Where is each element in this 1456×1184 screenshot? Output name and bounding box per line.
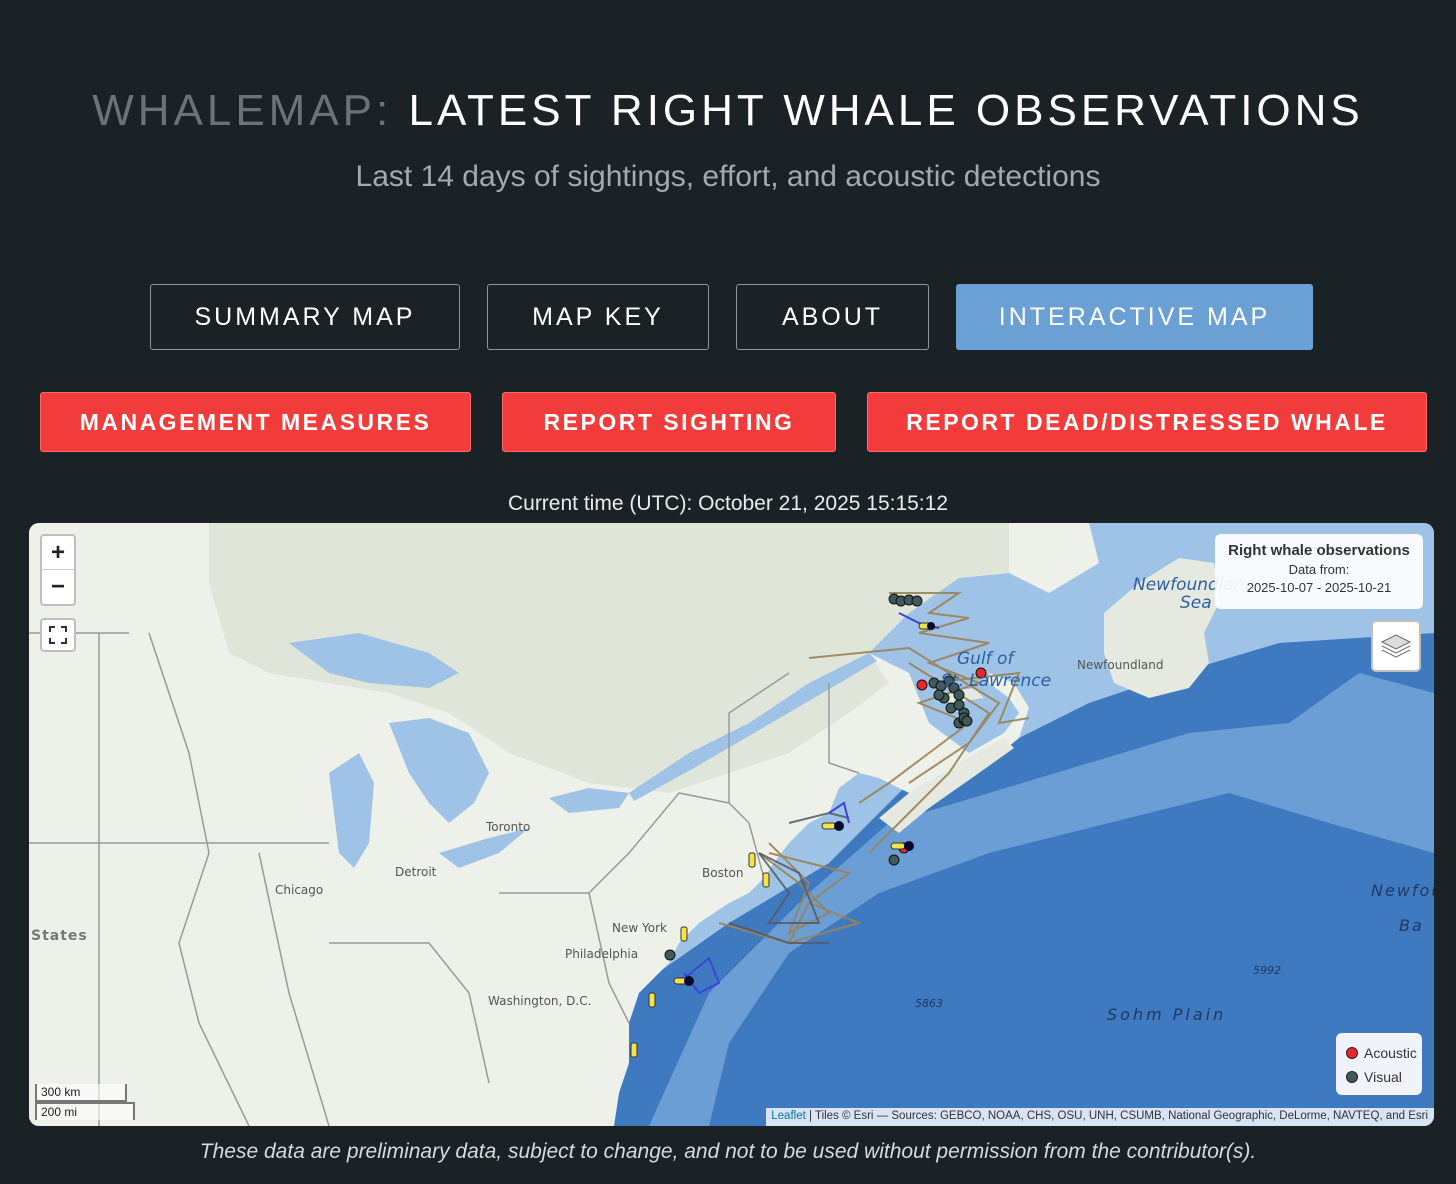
management-measures-button[interactable]: MANAGEMENT MEASURES: [40, 392, 471, 452]
label-chicago: Chicago: [275, 883, 324, 897]
label-new-york: New York: [612, 921, 667, 935]
label-ba: Ba: [1399, 916, 1424, 935]
label-lawrence: St. Lawrence: [941, 671, 1052, 691]
legend-data-from: Data from:: [1288, 562, 1350, 577]
title-prefix: WHALEMAP:: [92, 86, 393, 135]
scale-km: 300 km: [35, 1084, 127, 1102]
map-key-button[interactable]: MAP KEY: [487, 284, 709, 350]
zoom-control: + −: [40, 534, 76, 606]
label-detroit: Detroit: [395, 865, 437, 879]
summary-map-button[interactable]: SUMMARY MAP: [150, 284, 460, 350]
map-attribution: Leaflet | Tiles © Esri — Sources: GEBCO,…: [766, 1108, 1434, 1126]
zoom-in-button[interactable]: +: [42, 536, 74, 570]
label-washington: Washington, D.C.: [488, 994, 592, 1008]
label-gulf-of: Gulf of: [957, 649, 1014, 669]
acoustic-dot-icon: [1346, 1047, 1358, 1059]
interactive-map-button[interactable]: INTERACTIVE MAP: [956, 284, 1313, 350]
current-time: Current time (UTC): October 21, 2025 15:…: [507, 492, 949, 515]
label-boston: Boston: [702, 866, 744, 880]
label-philadelphia: Philadelphia: [565, 947, 639, 961]
leaflet-link[interactable]: Leaflet: [771, 1110, 806, 1122]
about-button[interactable]: ABOUT: [736, 284, 929, 350]
label-toronto: Toronto: [486, 820, 531, 834]
title-main: LATEST RIGHT WHALE OBSERVATIONS: [408, 86, 1364, 135]
fullscreen-button[interactable]: [40, 618, 76, 652]
map-basemap[interactable]: [29, 523, 1434, 1126]
zoom-out-button[interactable]: −: [42, 570, 74, 604]
data-disclaimer: These data are preliminary data, subject…: [199, 1140, 1257, 1163]
legend-title: Right whale observations: [1228, 542, 1410, 559]
label-states: States: [31, 928, 88, 944]
report-dead-whale-button[interactable]: REPORT DEAD/DISTRESSED WHALE: [867, 392, 1427, 452]
label-newfou: Newfou: [1371, 881, 1434, 900]
report-sighting-button[interactable]: REPORT SIGHTING: [502, 392, 836, 452]
attribution-text: | Tiles © Esri — Sources: GEBCO, NOAA, C…: [805, 1110, 1428, 1122]
layers-button[interactable]: [1371, 620, 1421, 672]
label-sea: Sea: [1180, 593, 1212, 613]
observations-legend: Right whale observations Data from: 2025…: [1215, 534, 1423, 609]
scale-bar: 300 km 200 mi: [35, 1084, 135, 1120]
key-visual-label: Visual: [1364, 1069, 1402, 1085]
page-title: WHALEMAP: LATEST RIGHT WHALE OBSERVATION…: [0, 86, 1456, 136]
detection-key: Acoustic Visual: [1336, 1033, 1422, 1095]
label-depth-5992: 5992: [1253, 964, 1281, 977]
key-acoustic-label: Acoustic: [1364, 1045, 1417, 1061]
fullscreen-icon: [49, 626, 67, 644]
label-newfoundland: Newfoundland: [1077, 658, 1164, 672]
page-subtitle: Last 14 days of sightings, effort, and a…: [355, 160, 1101, 193]
interactive-map[interactable]: Newfoundland Sea Newfoundland Gulf of St…: [29, 523, 1434, 1126]
visual-dot-icon: [1346, 1071, 1358, 1083]
legend-date-range: 2025-10-07 - 2025-10-21: [1246, 580, 1392, 595]
label-depth-5863: 5863: [915, 997, 943, 1010]
label-sohm-plain: Sohm Plain: [1107, 1005, 1227, 1024]
layers-icon: [1380, 634, 1412, 658]
scale-mi: 200 mi: [35, 1102, 135, 1120]
